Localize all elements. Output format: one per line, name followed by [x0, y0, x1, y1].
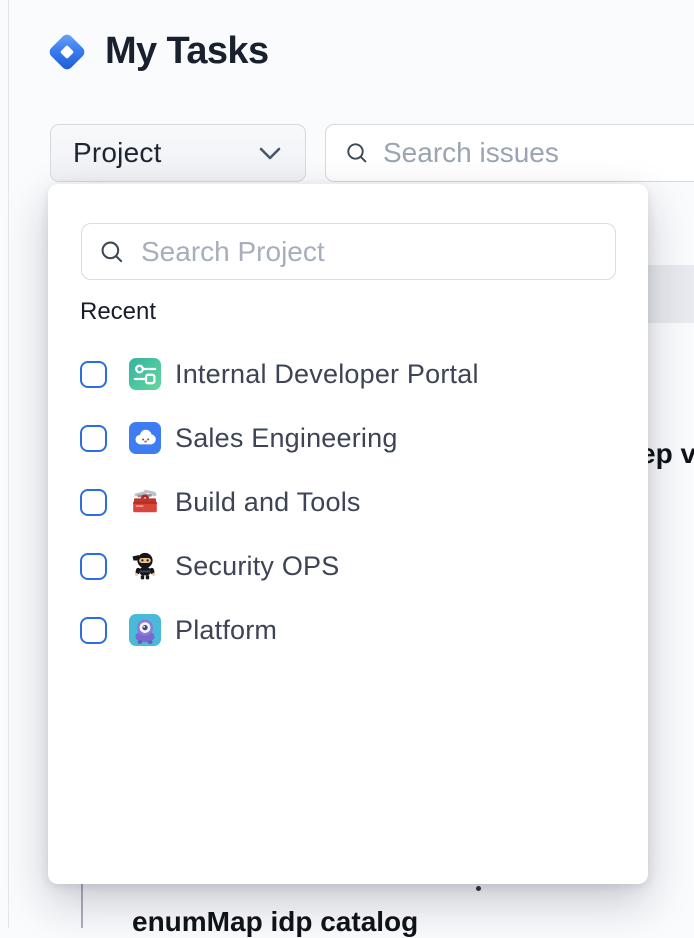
project-options-list: Internal Developer Portal Sales Engineer… [48, 342, 648, 662]
project-option-label: Platform [175, 615, 277, 646]
background-task-text-fragment-bottom: enumMap idp catalog [132, 906, 418, 938]
chevron-down-icon [259, 147, 281, 160]
project-option-label: Sales Engineering [175, 423, 398, 454]
alien-cyan-icon [129, 614, 161, 646]
project-option-build-and-tools[interactable]: Build and Tools [48, 470, 648, 534]
project-option-label: Security OPS [175, 551, 339, 582]
search-icon [99, 239, 125, 265]
project-option-internal-developer-portal[interactable]: Internal Developer Portal [48, 342, 648, 406]
page-header: My Tasks [46, 30, 268, 73]
background-card-border-line [81, 884, 83, 928]
toolbox-red-icon [129, 486, 161, 518]
sliders-teal-icon [129, 358, 161, 390]
project-option-security-ops[interactable]: Security OPS [48, 534, 648, 598]
project-checkbox[interactable] [80, 489, 107, 516]
project-option-sales-engineering[interactable]: Sales Engineering [48, 406, 648, 470]
project-option-label: Internal Developer Portal [175, 359, 479, 390]
background-text-dot [476, 886, 481, 891]
project-checkbox[interactable] [80, 361, 107, 388]
project-checkbox[interactable] [80, 617, 107, 644]
project-option-label: Build and Tools [175, 487, 361, 518]
search-icon [345, 141, 369, 165]
project-checkbox[interactable] [80, 425, 107, 452]
ninja-icon [129, 550, 161, 582]
my-tasks-page: { "app": { "title": "My Tasks" }, "toolb… [0, 0, 694, 928]
recent-section-label: Recent [80, 298, 156, 326]
project-filter-label: Project [73, 137, 162, 169]
project-search-input[interactable] [139, 235, 599, 269]
page-title: My Tasks [105, 30, 268, 73]
issue-search-field[interactable] [325, 124, 694, 182]
project-checkbox[interactable] [80, 553, 107, 580]
project-search-field[interactable] [81, 223, 616, 280]
cloud-face-blue-icon [129, 422, 161, 454]
issue-search-input[interactable] [381, 136, 694, 170]
left-page-divider [8, 0, 9, 928]
project-dropdown-panel: Recent Internal Developer Portal [48, 184, 648, 884]
project-filter-button[interactable]: Project [50, 124, 306, 182]
jira-logo-icon [46, 31, 88, 73]
project-option-platform[interactable]: Platform [48, 598, 648, 662]
background-task-text-fragment-right: ep v [640, 438, 694, 470]
